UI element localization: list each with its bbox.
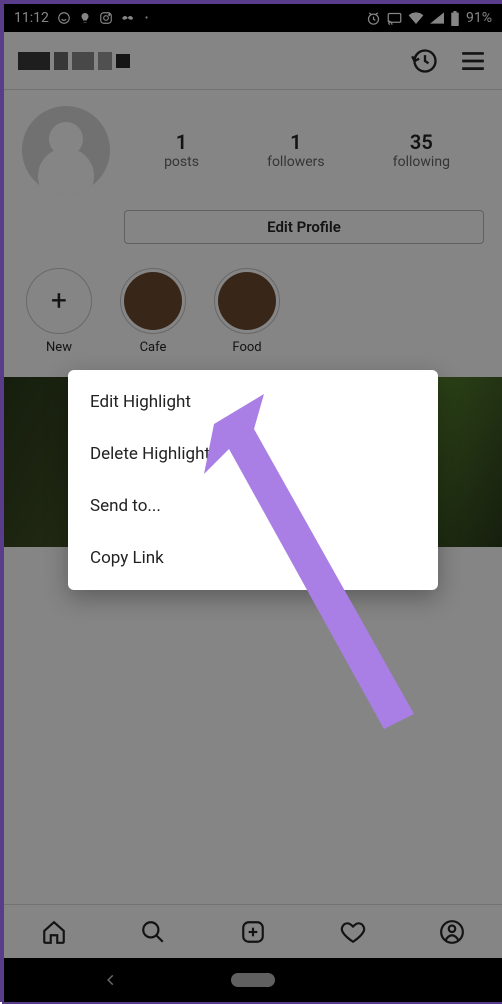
- highlight-context-menu: Edit Highlight Delete Highlight Send to.…: [68, 370, 438, 590]
- menu-delete-label: Delete Highlight: [90, 444, 210, 464]
- menu-send-to[interactable]: Send to...: [68, 480, 438, 532]
- menu-copy-link[interactable]: Copy Link: [68, 532, 438, 584]
- menu-delete-highlight[interactable]: Delete Highlight: [68, 428, 438, 480]
- menu-copy-label: Copy Link: [90, 548, 164, 568]
- menu-edit-highlight[interactable]: Edit Highlight: [68, 376, 438, 428]
- menu-edit-label: Edit Highlight: [90, 392, 191, 412]
- menu-send-label: Send to...: [90, 496, 161, 516]
